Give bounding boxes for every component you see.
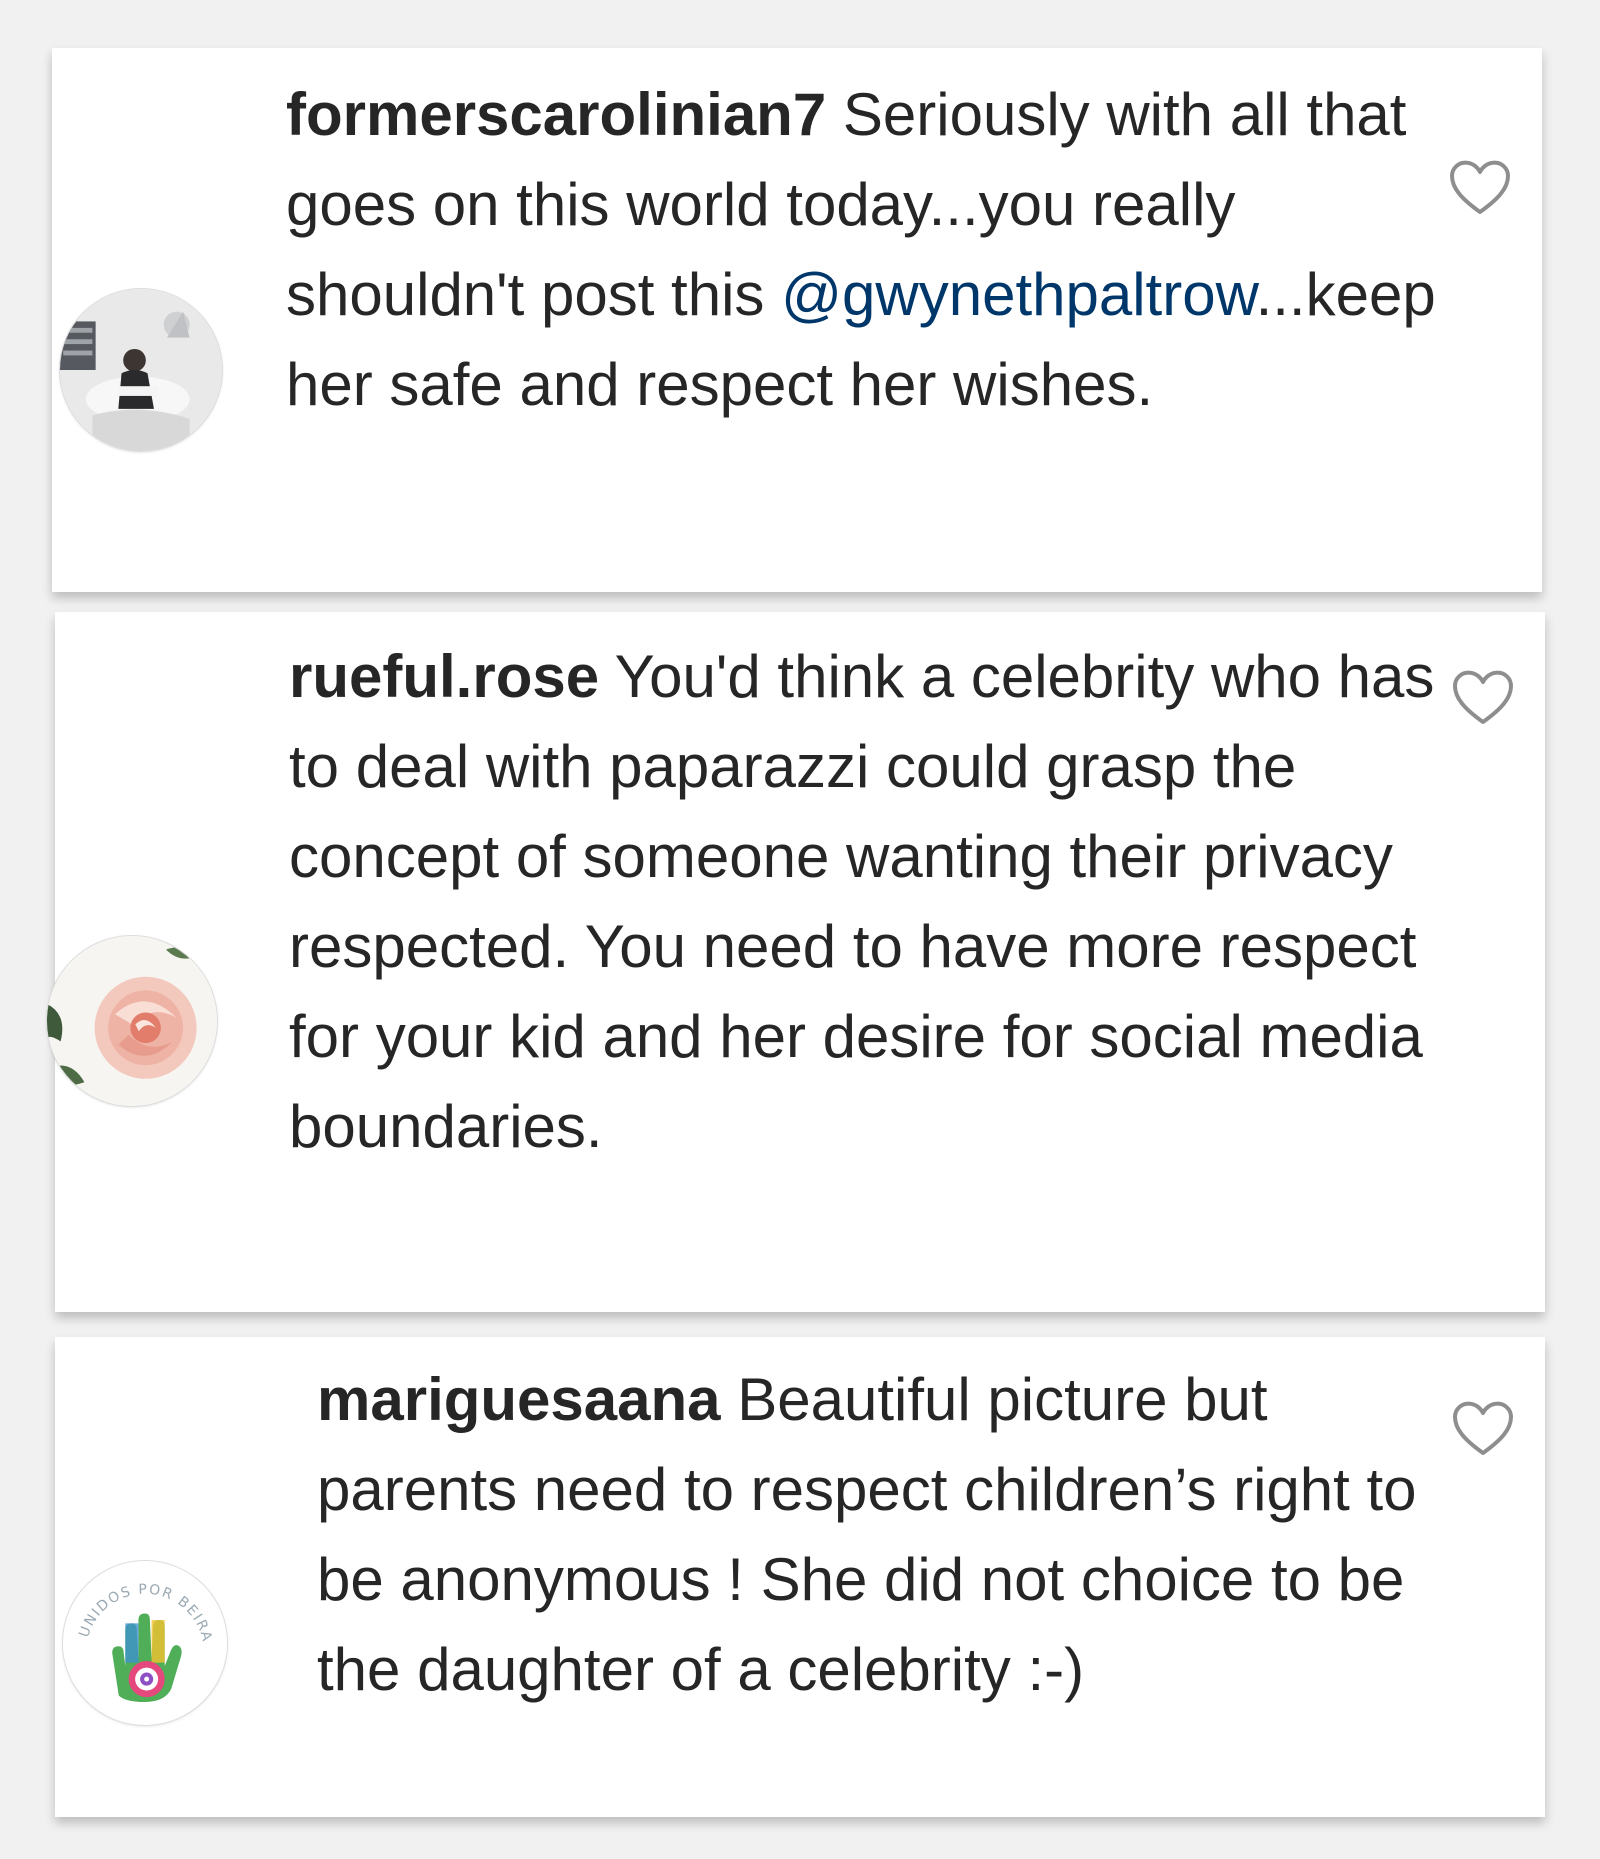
avatar[interactable]: UNIDOS POR BEIRA bbox=[63, 1561, 227, 1725]
comment-text: rueful.rose You'd think a celebrity who … bbox=[289, 632, 1469, 1172]
comment-username[interactable]: formerscarolinian7 bbox=[286, 81, 826, 148]
comment-text: mariguesaana Beautiful picture but paren… bbox=[317, 1355, 1477, 1715]
profile-photo-rose-icon bbox=[47, 936, 217, 1106]
comment-body: You'd think a celebrity who has to deal … bbox=[289, 643, 1435, 1160]
like-button[interactable] bbox=[1448, 158, 1512, 218]
avatar[interactable] bbox=[60, 289, 222, 451]
comment-text: formerscarolinian7 Seriously with all th… bbox=[286, 70, 1446, 430]
like-button[interactable] bbox=[1451, 1399, 1515, 1459]
comment-username[interactable]: rueful.rose bbox=[289, 643, 599, 710]
profile-photo-icon bbox=[60, 289, 222, 451]
heart-outline-icon bbox=[1453, 1401, 1513, 1455]
avatar[interactable] bbox=[47, 936, 217, 1106]
comment-card: UNIDOS POR BEIRA mariguesaana Beautiful … bbox=[55, 1337, 1545, 1817]
comment-card: formerscarolinian7 Seriously with all th… bbox=[52, 48, 1542, 592]
heart-outline-icon bbox=[1450, 160, 1510, 214]
like-button[interactable] bbox=[1451, 668, 1515, 728]
heart-outline-icon bbox=[1453, 670, 1513, 724]
mention-link[interactable]: @gwynethpaltrow bbox=[781, 261, 1256, 328]
comment-username[interactable]: mariguesaana bbox=[317, 1366, 721, 1433]
comment-card: rueful.rose You'd think a celebrity who … bbox=[47, 612, 1545, 1312]
profile-logo-hand-icon: UNIDOS POR BEIRA bbox=[63, 1561, 227, 1725]
